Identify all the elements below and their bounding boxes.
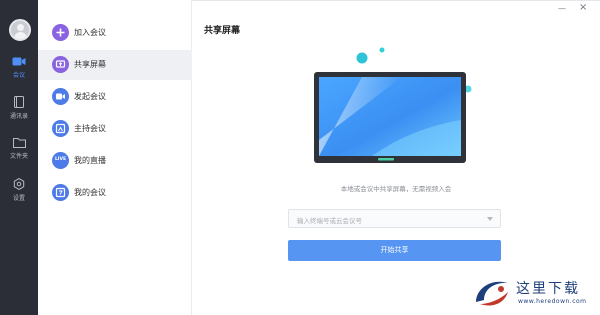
rail-item-files[interactable]: 文件夹 bbox=[0, 137, 38, 171]
live-icon: LIVE bbox=[52, 152, 69, 169]
monitor-indicator bbox=[378, 158, 394, 161]
menu-item-label: 共享屏幕 bbox=[74, 60, 106, 69]
menu-item-share-screen[interactable]: 共享屏幕 bbox=[38, 50, 192, 80]
menu-item-label: 主持会议 bbox=[74, 124, 106, 133]
bubble-decoration bbox=[356, 52, 368, 64]
menu-item-my-live[interactable]: LIVE 我的直播 bbox=[38, 146, 192, 176]
menu-item-host-meeting[interactable]: 主持会议 bbox=[38, 114, 192, 144]
rail-label: 设置 bbox=[12, 195, 25, 202]
menu-item-label: 加入会议 bbox=[74, 28, 106, 37]
rail-item-meeting[interactable]: 会议 bbox=[0, 56, 38, 90]
video-icon bbox=[52, 88, 69, 105]
avatar-body bbox=[14, 32, 27, 39]
rail-item-contacts[interactable]: 通讯录 bbox=[0, 96, 38, 130]
calendar-icon bbox=[52, 184, 69, 201]
start-share-button[interactable]: 开始共享 bbox=[288, 240, 501, 261]
rail-item-settings[interactable]: 设置 bbox=[0, 178, 38, 212]
monitor-illustration bbox=[314, 47, 472, 163]
share-screen-panel: — × 共享屏幕 本地或会议中共享屏幕，无需视频入会 输入终端号或云会议号 开始… bbox=[192, 0, 600, 315]
watermark-url: www.heredown.com bbox=[518, 298, 587, 305]
menu-item-label: 我的会议 bbox=[74, 188, 106, 197]
menu-item-my-meetings[interactable]: 我的会议 bbox=[38, 178, 192, 208]
settings-icon bbox=[13, 178, 25, 190]
meeting-number-placeholder: 输入终端号或云会议号 bbox=[297, 217, 362, 225]
host-icon bbox=[52, 120, 69, 137]
menu-item-start-meeting[interactable]: 发起会议 bbox=[38, 82, 192, 112]
minimize-button[interactable]: — bbox=[558, 4, 566, 13]
chevron-down-icon[interactable] bbox=[487, 217, 493, 221]
video-camera-icon bbox=[12, 57, 26, 66]
share-hint-text: 本地或会议中共享屏幕，无需视频入会 bbox=[340, 185, 452, 193]
top-edge-decoration bbox=[192, 0, 600, 1]
address-book-icon bbox=[14, 96, 24, 108]
watermark-text: 这里下载 bbox=[516, 281, 580, 297]
plus-icon bbox=[52, 24, 69, 41]
app-window: 会议 通讯录 文件夹 设置 加入会议 共享屏幕 发起会议 主持会议 LIVE 我… bbox=[0, 0, 600, 315]
close-button[interactable]: × bbox=[579, 2, 587, 13]
folder-icon bbox=[12, 138, 26, 148]
avatar[interactable] bbox=[9, 19, 31, 41]
watermark-logo bbox=[476, 281, 508, 306]
menu-item-label: 发起会议 bbox=[74, 92, 106, 101]
live-icon-text: LIVE bbox=[54, 157, 67, 162]
avatar-head bbox=[17, 24, 24, 31]
rail-label: 通讯录 bbox=[9, 113, 28, 120]
meeting-menu: 加入会议 共享屏幕 发起会议 主持会议 LIVE 我的直播 我的会议 bbox=[38, 0, 192, 315]
meeting-number-input[interactable]: 输入终端号或云会议号 bbox=[288, 209, 501, 228]
screen-share-icon bbox=[52, 56, 69, 73]
menu-item-join-meeting[interactable]: 加入会议 bbox=[38, 18, 192, 48]
menu-item-label: 我的直播 bbox=[74, 156, 106, 165]
page-title: 共享屏幕 bbox=[204, 26, 241, 36]
bubble-decoration bbox=[379, 47, 385, 53]
rail-label: 会议 bbox=[12, 72, 25, 79]
nav-rail: 会议 通讯录 文件夹 设置 bbox=[0, 0, 38, 315]
rail-label: 文件夹 bbox=[9, 153, 28, 160]
watermark: 这里下载 www.heredown.com bbox=[470, 274, 596, 312]
